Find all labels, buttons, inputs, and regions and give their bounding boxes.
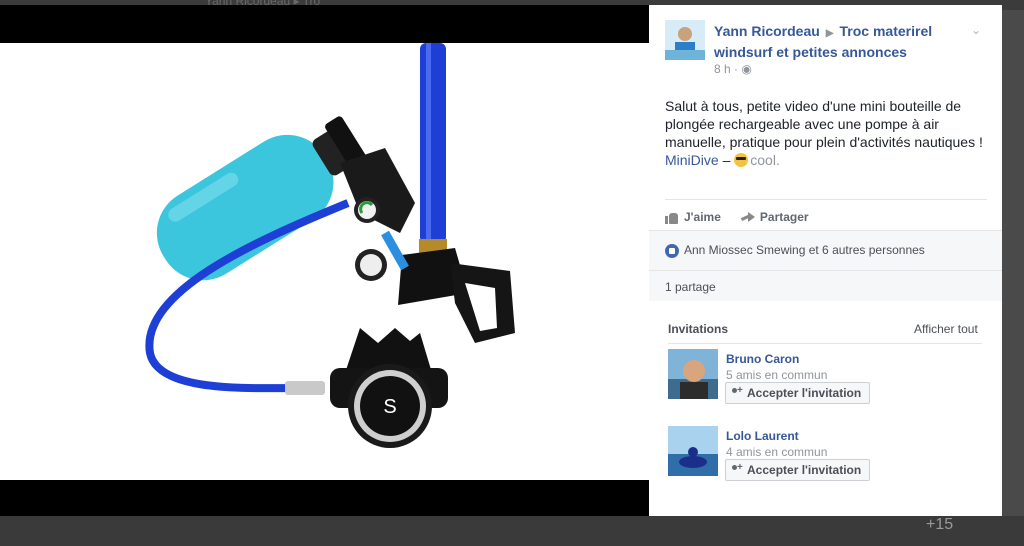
mutual-friends[interactable]: 4 amis en commun xyxy=(726,445,827,459)
accept-invitation-button[interactable]: Accepter l'invitation xyxy=(725,382,871,404)
post-header: Yann Ricordeau ▶ Troc materirel windsurf e… xyxy=(714,22,974,62)
share-button[interactable]: Partager xyxy=(741,206,809,228)
divider xyxy=(668,343,982,344)
invitations-title: Invitations xyxy=(668,322,729,336)
post-meta: 8 h · ◉ xyxy=(714,62,752,76)
share-label: Partager xyxy=(759,210,809,224)
add-friend-icon xyxy=(732,385,743,398)
post-actions: J'aime Partager xyxy=(665,206,809,228)
accept-label: Accepter l'invitation xyxy=(747,386,862,400)
dive-kit-illustration: S xyxy=(145,43,515,448)
background-bottom-strip xyxy=(0,516,1024,546)
post-body: Salut à tous, petite video d'une mini bo… xyxy=(665,98,983,150)
post-time[interactable]: 8 h xyxy=(714,62,731,76)
share-arrow-icon xyxy=(741,211,755,223)
avatar[interactable] xyxy=(668,349,718,399)
shares-bar[interactable]: 1 partage xyxy=(649,270,1002,301)
shares-count[interactable]: 1 partage xyxy=(665,280,716,294)
emoji-suffix: cool. xyxy=(750,152,780,168)
friend-request: Bruno Caron 5 amis en commun Accepter l'… xyxy=(668,349,988,409)
like-button[interactable]: J'aime xyxy=(665,206,721,228)
author-avatar[interactable] xyxy=(665,20,705,60)
mutual-friends[interactable]: 5 amis en commun xyxy=(726,368,827,382)
minidive-link[interactable]: MiniDive xyxy=(665,152,719,168)
friend-request: Lolo Laurent 4 amis en commun Accepter l… xyxy=(668,426,988,486)
accept-invitation-button[interactable]: Accepter l'invitation xyxy=(725,459,871,481)
post-dash: – xyxy=(718,152,735,168)
invitations-see-all-link[interactable]: Afficher tout xyxy=(914,322,978,336)
friend-name[interactable]: Lolo Laurent xyxy=(726,429,799,443)
reactions-bar[interactable]: Ann Miossec Smewing et 6 autres personne… xyxy=(649,230,1002,271)
sunglasses-emoji-icon xyxy=(734,153,749,167)
author-name[interactable]: Yann Ricordeau xyxy=(714,23,820,39)
like-label: J'aime xyxy=(684,210,721,224)
post-text: Salut à tous, petite video d'une mini bo… xyxy=(665,97,995,169)
more-photos-count[interactable]: +15 xyxy=(926,516,953,534)
friend-name[interactable]: Bruno Caron xyxy=(726,352,799,366)
photo-viewer[interactable]: S xyxy=(0,5,649,516)
arrow-right-icon: ▶ xyxy=(825,28,834,39)
svg-text:S: S xyxy=(383,396,396,418)
like-badge-icon xyxy=(665,244,679,258)
thumbs-up-icon xyxy=(665,211,679,224)
post-photo[interactable]: S xyxy=(0,43,649,480)
reactions-summary[interactable]: Ann Miossec Smewing et 6 autres personne… xyxy=(684,243,925,257)
post-sidebar: Yann Ricordeau ▶ Troc materirel windsurf e… xyxy=(649,5,1002,516)
divider xyxy=(665,199,987,200)
add-friend-icon xyxy=(732,462,743,475)
chevron-down-icon[interactable]: ⌄ xyxy=(971,23,981,37)
avatar[interactable] xyxy=(668,426,718,476)
globe-icon: ◉ xyxy=(741,62,752,76)
accept-label: Accepter l'invitation xyxy=(747,463,862,477)
